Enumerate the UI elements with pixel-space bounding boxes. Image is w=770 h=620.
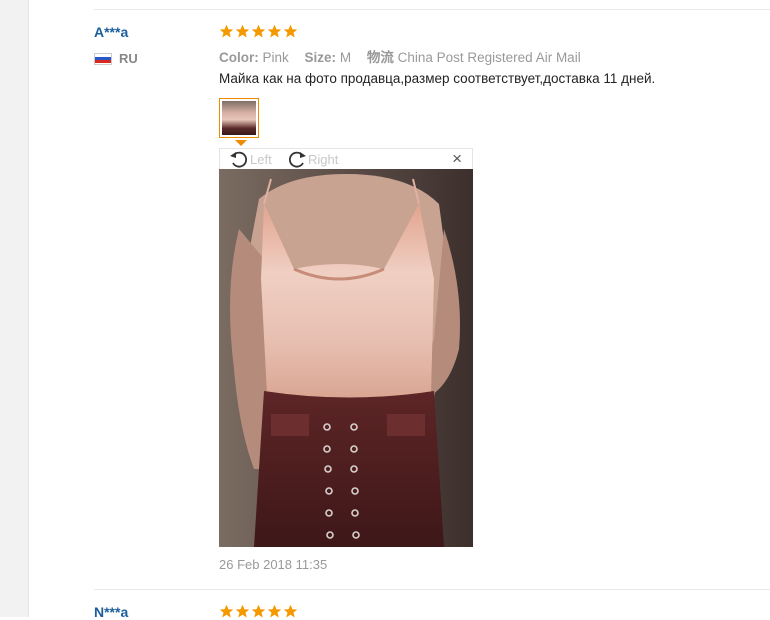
country-code: RU	[119, 51, 138, 66]
russia-flag-icon	[94, 52, 112, 65]
rotate-right-icon	[288, 151, 306, 168]
review-date: 26 Feb 2018 11:35	[219, 557, 328, 572]
shipping-value: China Post Registered Air Mail	[397, 50, 581, 65]
review-text: Майка как на фото продавца,размер соотве…	[219, 71, 656, 86]
thumbnail-image	[222, 101, 256, 135]
divider-bottom	[94, 589, 770, 590]
star-icon	[219, 24, 234, 38]
close-viewer-button[interactable]: ×	[452, 149, 462, 169]
rotate-right-label: Right	[308, 152, 339, 167]
rotate-right-button[interactable]: Right	[286, 150, 338, 169]
shipping-label: 物流	[366, 50, 394, 65]
divider-top	[94, 9, 770, 10]
rotate-left-icon	[230, 151, 248, 168]
rotate-left-label: Left	[250, 152, 272, 167]
review-photo-image	[219, 169, 473, 547]
review-sku-info: Color: Pink Size: M 物流 China Post Regist…	[219, 46, 581, 66]
color-value: Pink	[262, 50, 289, 65]
review-user-name[interactable]: A***a	[94, 24, 128, 40]
review-photo-large	[219, 169, 473, 547]
page-left-gutter	[0, 0, 29, 617]
star-icon	[267, 24, 282, 38]
photo-viewer-toolbar: Left Right ×	[219, 148, 473, 169]
size-label: Size:	[304, 50, 337, 65]
star-icon	[251, 24, 266, 38]
thumbnail-pointer	[235, 140, 247, 146]
star-rating	[219, 24, 298, 39]
star-icon	[235, 24, 250, 38]
review-user-name[interactable]: N***a	[94, 604, 128, 620]
size-value: M	[339, 50, 352, 65]
color-label: Color:	[219, 50, 259, 65]
review-photo-thumbnail[interactable]	[219, 98, 259, 138]
star-icon	[283, 24, 298, 38]
review-country: RU	[94, 51, 138, 66]
rotate-left-button[interactable]: Left	[228, 150, 272, 169]
